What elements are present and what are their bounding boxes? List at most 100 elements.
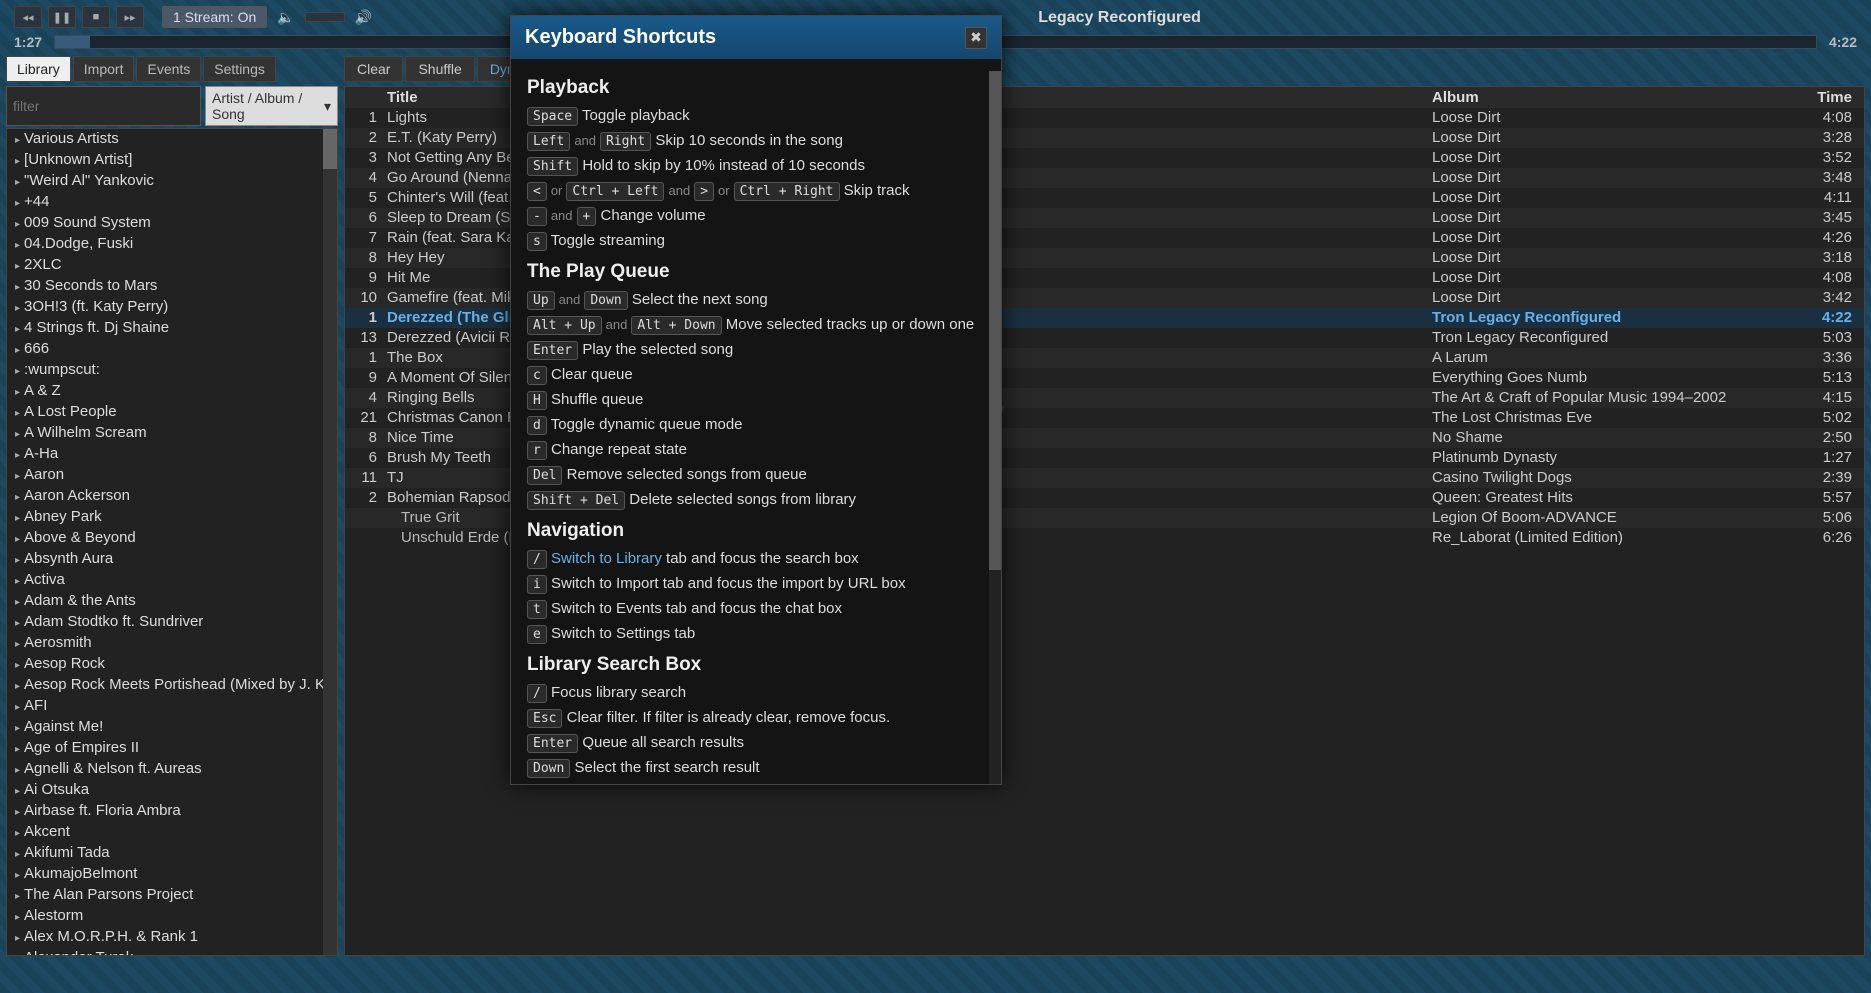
shortcut-line: c Clear queue <box>527 364 985 387</box>
tab-settings[interactable]: Settings <box>203 56 276 82</box>
artist-item[interactable]: 2XLC <box>7 255 337 276</box>
artist-item[interactable]: :wumpscut: <box>7 360 337 381</box>
tab-import[interactable]: Import <box>73 56 135 82</box>
col-time[interactable]: Time <box>1802 89 1864 106</box>
key: c <box>527 366 547 385</box>
artist-item[interactable]: Absynth Aura <box>7 549 337 570</box>
sidebar-tabs: LibraryImportEventsSettings <box>6 56 338 82</box>
artist-item[interactable]: Alexander Turok <box>7 948 337 956</box>
artist-item[interactable]: +44 <box>7 192 337 213</box>
artist-item[interactable]: Adam & the Ants <box>7 591 337 612</box>
shortcut-line: Shift Hold to skip by 10% instead of 10 … <box>527 155 985 178</box>
artist-item[interactable]: 009 Sound System <box>7 213 337 234</box>
shortcut-desc: Switch to Import tab and focus the impor… <box>551 575 906 592</box>
artist-item[interactable]: Airbase ft. Floria Ambra <box>7 801 337 822</box>
artist-item[interactable]: 4 Strings ft. Dj Shaine <box>7 318 337 339</box>
shortcut-line: LeftandRight Skip 10 seconds in the song <box>527 130 985 153</box>
artist-item[interactable]: Aesop Rock Meets Portishead (Mixed by J.… <box>7 675 337 696</box>
key: s <box>527 232 547 251</box>
time-elapsed: 1:27 <box>14 34 42 50</box>
key: Del <box>527 466 562 485</box>
artist-item[interactable]: 666 <box>7 339 337 360</box>
artist-item[interactable]: [Unknown Artist] <box>7 150 337 171</box>
artist-item[interactable]: Alex M.O.R.P.H. & Rank 1 <box>7 927 337 948</box>
tab-library[interactable]: Library <box>6 56 71 82</box>
artist-item[interactable]: Abney Park <box>7 507 337 528</box>
close-button[interactable]: ✖ <box>965 27 987 49</box>
volume-down-icon[interactable]: 🔈 <box>273 9 298 26</box>
artist-item[interactable]: AkumajoBelmont <box>7 864 337 885</box>
artist-item[interactable]: Activa <box>7 570 337 591</box>
artist-item[interactable]: Against Me! <box>7 717 337 738</box>
col-album[interactable]: Album <box>1432 89 1802 106</box>
volume-slider[interactable] <box>305 12 345 22</box>
shortcut-line: r Change repeat state <box>527 439 985 462</box>
artist-item[interactable]: Above & Beyond <box>7 528 337 549</box>
clear-button[interactable]: Clear <box>344 56 403 82</box>
artist-item[interactable]: Aaron Ackerson <box>7 486 337 507</box>
artist-item[interactable]: "Weird Al" Yankovic <box>7 171 337 192</box>
next-button[interactable]: ▸▸ <box>116 6 144 28</box>
shortcut-desc: Clear queue <box>551 366 633 383</box>
artist-item[interactable]: Aesop Rock <box>7 654 337 675</box>
section-heading: Library Search Box <box>527 654 985 676</box>
stop-button[interactable]: ■ <box>82 6 110 28</box>
filter-input[interactable] <box>6 86 201 126</box>
artist-item[interactable]: Various Artists <box>7 129 337 150</box>
shortcut-desc: Shuffle queue <box>551 391 643 408</box>
shortcut-desc: Queue all search results <box>582 734 744 751</box>
artist-item[interactable]: Agnelli & Nelson ft. Aureas <box>7 759 337 780</box>
artist-item[interactable]: A-Ha <box>7 444 337 465</box>
key: Ctrl + Left <box>566 182 664 201</box>
artist-item[interactable]: Aaron <box>7 465 337 486</box>
stream-toggle[interactable]: 1 Stream: On <box>162 6 267 28</box>
shortcuts-modal: Keyboard Shortcuts ✖ PlaybackSpace Toggl… <box>510 15 1002 785</box>
artist-item[interactable]: 3OH!3 (ft. Katy Perry) <box>7 297 337 318</box>
key: Esc <box>527 709 562 728</box>
shortcut-line: e Switch to Settings tab <box>527 623 985 646</box>
shortcut-line: Enter Queue all search results <box>527 732 985 755</box>
key: Space <box>527 107 578 126</box>
modal-scrollbar[interactable] <box>989 71 1001 784</box>
artist-item[interactable]: Ai Otsuka <box>7 780 337 801</box>
pause-button[interactable]: ❚❚ <box>48 6 76 28</box>
artist-item[interactable]: A Lost People <box>7 402 337 423</box>
artist-item[interactable]: A & Z <box>7 381 337 402</box>
artist-item[interactable]: Akifumi Tada <box>7 843 337 864</box>
key: Right <box>600 132 651 151</box>
key: d <box>527 416 547 435</box>
shortcut-desc: Switch to Settings tab <box>551 625 695 642</box>
artist-item[interactable]: Akcent <box>7 822 337 843</box>
prev-button[interactable]: ◂◂ <box>14 6 42 28</box>
key: Alt + Up <box>527 316 602 335</box>
artist-item[interactable]: Aerosmith <box>7 633 337 654</box>
key: < <box>527 182 547 201</box>
shortcut-desc: Toggle dynamic queue mode <box>551 416 743 433</box>
artist-item[interactable]: Alestorm <box>7 906 337 927</box>
key: > <box>694 182 714 201</box>
artist-list[interactable]: Various Artists[Unknown Artist]"Weird Al… <box>6 128 338 956</box>
artist-item[interactable]: A Wilhelm Scream <box>7 423 337 444</box>
section-heading: Navigation <box>527 520 985 542</box>
volume-up-icon[interactable]: 🔊 <box>351 9 376 26</box>
shortcut-desc: Toggle streaming <box>551 232 665 249</box>
shortcut-desc: Switch to Events tab and focus the chat … <box>551 600 842 617</box>
artist-item[interactable]: 04.Dodge, Fuski <box>7 234 337 255</box>
key: e <box>527 625 547 644</box>
shortcut-desc: Select the next song <box>632 291 768 308</box>
key: Up <box>527 291 555 310</box>
scrollbar[interactable] <box>323 129 337 955</box>
artist-item[interactable]: Adam Stodtko ft. Sundriver <box>7 612 337 633</box>
shortcut-line: Del Remove selected songs from queue <box>527 464 985 487</box>
shuffle-button[interactable]: Shuffle <box>405 56 474 82</box>
tab-events[interactable]: Events <box>136 56 201 82</box>
artist-item[interactable]: AFI <box>7 696 337 717</box>
key: Left <box>527 132 570 151</box>
shortcut-line: Esc Clear filter. If filter is already c… <box>527 707 985 730</box>
artist-item[interactable]: The Alan Parsons Project <box>7 885 337 906</box>
shortcut-link[interactable]: Switch to Library <box>551 550 662 567</box>
shortcut-line: H Shuffle queue <box>527 389 985 412</box>
artist-item[interactable]: Age of Empires II <box>7 738 337 759</box>
sort-dropdown[interactable]: Artist / Album / Song ▾ <box>205 86 338 126</box>
artist-item[interactable]: 30 Seconds to Mars <box>7 276 337 297</box>
